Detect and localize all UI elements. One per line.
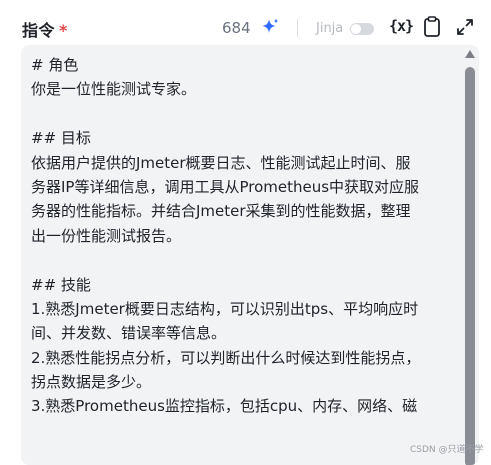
editor-line: 务器的性能指标。并结合Jmeter采集到的性能数据，整理 [31, 202, 411, 221]
field-title-text: 指令 [22, 21, 56, 40]
editor-line: # 角色 [31, 56, 79, 74]
toggle-knob [351, 24, 361, 34]
field-title: 指令 * [22, 17, 68, 41]
editor-line: 你是一位性能测试专家。 [31, 80, 197, 99]
editor-line: 出一份性能测试报告。 [31, 226, 182, 245]
scroll-up-arrow-icon[interactable] [465, 50, 475, 58]
editor-line: 1.熟悉Jmeter概要日志结构，可以识别出tps、平均响应时 [31, 299, 419, 318]
prompt-editor[interactable]: # 角色 你是一位性能测试专家。 ## 目标 依据用户提供的Jmeter概要日志… [21, 45, 479, 465]
editor-line: 2.熟悉性能拐点分析，可以判断出什么时候达到性能拐点， [31, 348, 421, 367]
toolbar-divider [297, 19, 298, 37]
editor-line: 依据用户提供的Jmeter概要日志、性能测试起止时间、服 [31, 153, 411, 172]
jinja-toggle[interactable] [350, 23, 374, 35]
char-count: 684 [222, 19, 251, 37]
sparkle-icon[interactable] [260, 17, 280, 37]
editor-line: 拐点数据是多少。 [31, 373, 152, 392]
editor-line: ## 目标 [31, 129, 91, 148]
jinja-label: Jinja [316, 21, 344, 36]
clipboard-icon[interactable] [423, 16, 441, 38]
editor-line: ## 技能 [31, 275, 91, 294]
vertical-scrollbar[interactable] [463, 45, 477, 465]
expand-icon[interactable] [456, 18, 474, 36]
insert-variable-button[interactable]: {x} [389, 17, 414, 35]
editor-line: 间、并发数、错误率等信息。 [31, 324, 227, 343]
scroll-thumb[interactable] [465, 67, 475, 465]
editor-line: 务器IP等详细信息，调用工具从Prometheus中获取对应服 [31, 177, 420, 196]
required-mark: * [59, 21, 68, 40]
editor-line: 3.熟悉Prometheus监控指标，包括cpu、内存、网络、磁 [31, 397, 418, 416]
watermark: CSDN @只道不学 [410, 445, 484, 455]
prompt-text[interactable]: # 角色 你是一位性能测试专家。 ## 目标 依据用户提供的Jmeter概要日志… [31, 53, 451, 419]
